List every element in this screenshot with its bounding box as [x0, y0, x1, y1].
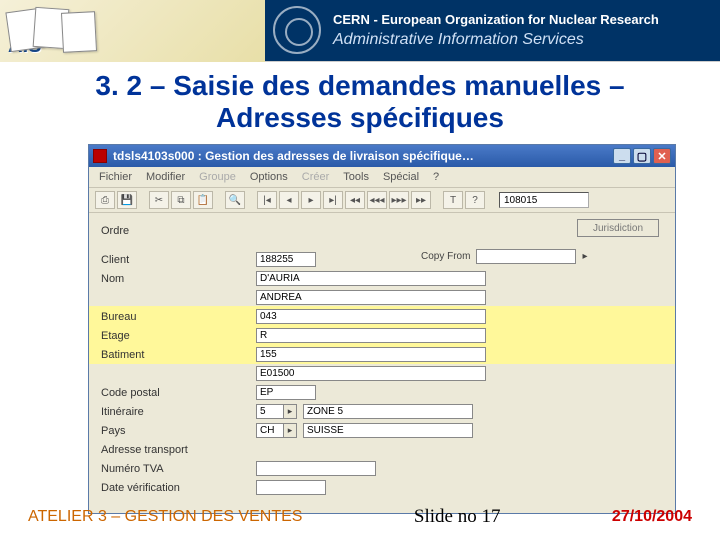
footer-date: 27/10/2004: [612, 508, 692, 526]
header-banner: AIS CERN - European Organization for Nuc…: [0, 0, 720, 62]
slide-title: 3. 2 – Saisie des demandes manuelles – A…: [0, 62, 720, 140]
cern-banner: CERN - European Organization for Nuclear…: [265, 0, 720, 61]
minimize-button[interactable]: _: [613, 148, 631, 164]
fwd-icon[interactable]: ▸▸▸: [389, 191, 409, 209]
ffwd-icon[interactable]: ▸▸: [411, 191, 431, 209]
footer-workshop: ATELIER 3 – GESTION DES VENTES: [28, 508, 302, 526]
label-nom: Nom: [101, 273, 256, 285]
menu-modifier[interactable]: Modifier: [146, 171, 185, 183]
cern-org-name: CERN - European Organization for Nuclear…: [333, 12, 720, 27]
copy-icon[interactable]: ⧉: [171, 191, 191, 209]
field-batiment[interactable]: 155: [256, 347, 486, 362]
cern-ring-icon: [273, 6, 321, 54]
label-itineraire: Itinéraire: [101, 406, 256, 418]
menubar: Fichier Modifier Groupe Options Créer To…: [89, 167, 675, 188]
field-pays-code[interactable]: CH: [256, 423, 284, 438]
cern-service-name: Administrative Information Services: [333, 31, 720, 49]
field-code-postal[interactable]: EP: [256, 385, 316, 400]
menu-options[interactable]: Options: [250, 171, 288, 183]
prev-icon[interactable]: ◂: [279, 191, 299, 209]
last-icon[interactable]: ▸|: [323, 191, 343, 209]
label-adresse-transport: Adresse transport: [101, 444, 256, 456]
field-etage[interactable]: R: [256, 328, 486, 343]
menu-special[interactable]: Spécial: [383, 171, 419, 183]
label-batiment: Batiment: [101, 349, 256, 361]
label-date-verification: Date vérification: [101, 482, 256, 494]
menu-groupe[interactable]: Groupe: [199, 171, 236, 183]
label-pays: Pays: [101, 425, 256, 437]
field-pays-text: SUISSE: [303, 423, 473, 438]
record-id-field[interactable]: 108015: [499, 192, 589, 208]
rewind-icon[interactable]: ◂◂: [345, 191, 365, 209]
next-icon[interactable]: ▸: [301, 191, 321, 209]
menu-fichier[interactable]: Fichier: [99, 171, 132, 183]
print-icon[interactable]: ⎙: [95, 191, 115, 209]
cut-icon[interactable]: ✂: [149, 191, 169, 209]
find-icon[interactable]: 🔍: [225, 191, 245, 209]
itineraire-dropdown-icon[interactable]: ▸: [283, 404, 297, 419]
window-title: tdsls4103s000 : Gestion des adresses de …: [113, 149, 474, 163]
app-window: tdsls4103s000 : Gestion des adresses de …: [88, 144, 676, 514]
menu-help[interactable]: ?: [433, 171, 439, 183]
paste-icon[interactable]: 📋: [193, 191, 213, 209]
ais-logo: AIS: [0, 0, 265, 62]
footer-slide-number: Slide no 17: [302, 506, 611, 528]
field-numero-tva[interactable]: [256, 461, 376, 476]
field-itineraire-text: ZONE 5: [303, 404, 473, 419]
label-client: Client: [101, 254, 256, 266]
label-code-postal: Code postal: [101, 387, 256, 399]
field-client[interactable]: 188255: [256, 252, 316, 267]
menu-creer[interactable]: Créer: [302, 171, 330, 183]
form-area: Jurisdiction Ordre Copy From ▸ Client 18…: [89, 213, 675, 513]
field-adresse[interactable]: E01500: [256, 366, 486, 381]
slide-footer: ATELIER 3 – GESTION DES VENTES Slide no …: [0, 506, 720, 528]
back-icon[interactable]: ◂◂◂: [367, 191, 387, 209]
toolbar: ⎙ 💾 ✂ ⧉ 📋 🔍 |◂ ◂ ▸ ▸| ◂◂ ◂◂◂ ▸▸▸ ▸▸ T ? …: [89, 188, 675, 213]
field-itineraire-code[interactable]: 5: [256, 404, 284, 419]
pays-dropdown-icon[interactable]: ▸: [283, 423, 297, 438]
field-nom[interactable]: D'AURIA: [256, 271, 486, 286]
app-icon: [93, 149, 107, 163]
save-icon[interactable]: 💾: [117, 191, 137, 209]
help-icon[interactable]: ?: [465, 191, 485, 209]
field-prenom[interactable]: ANDREA: [256, 290, 486, 305]
label-bureau: Bureau: [101, 311, 256, 323]
text-icon[interactable]: T: [443, 191, 463, 209]
close-button[interactable]: ✕: [653, 148, 671, 164]
field-date-verification[interactable]: [256, 480, 326, 495]
menu-tools[interactable]: Tools: [343, 171, 369, 183]
label-numero-tva: Numéro TVA: [101, 463, 256, 475]
window-titlebar: tdsls4103s000 : Gestion des adresses de …: [89, 145, 675, 167]
label-ordre: Ordre: [101, 225, 256, 237]
first-icon[interactable]: |◂: [257, 191, 277, 209]
field-bureau[interactable]: 043: [256, 309, 486, 324]
maximize-button[interactable]: ▢: [633, 148, 651, 164]
label-etage: Etage: [101, 330, 256, 342]
